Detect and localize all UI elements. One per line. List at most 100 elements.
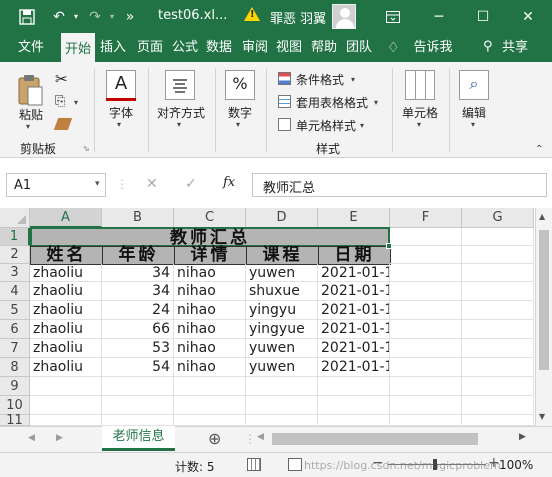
paste-button[interactable]: 粘贴 xyxy=(14,106,48,123)
column-header[interactable]: D xyxy=(246,208,318,228)
cell-style-button[interactable]: 单元格样式 xyxy=(296,117,356,134)
header-cell[interactable]: 课程 xyxy=(246,246,319,265)
column-header[interactable]: A xyxy=(30,208,102,228)
empty-cell[interactable] xyxy=(462,415,534,426)
empty-cell[interactable] xyxy=(462,358,534,377)
empty-cell[interactable] xyxy=(318,415,390,426)
row-header[interactable]: 8 xyxy=(0,358,30,377)
paste-icon[interactable] xyxy=(16,72,46,108)
header-cell[interactable]: 日期 xyxy=(318,246,391,265)
empty-cell[interactable] xyxy=(462,301,534,320)
data-cell[interactable]: yingyue xyxy=(246,320,318,339)
add-sheet-button[interactable]: ⊕ xyxy=(208,429,221,448)
tab-review[interactable]: 审阅 xyxy=(240,33,270,62)
data-cell[interactable]: zhaoliu xyxy=(30,282,102,301)
worksheet-grid[interactable]: ABCDEFG 1 2 3 4 5 6 7 8 9 10 11 教师汇总 姓名 年龄 详情 课程 日期 zhao… xyxy=(0,208,552,427)
header-cell[interactable]: 详情 xyxy=(174,246,247,265)
data-cell[interactable]: 34 xyxy=(102,264,174,282)
data-cell[interactable]: 2021-01-19 xyxy=(318,264,390,282)
data-cell[interactable]: zhaoliu xyxy=(30,339,102,358)
empty-cell[interactable] xyxy=(390,228,462,246)
tab-help[interactable]: 帮助 xyxy=(309,33,339,62)
data-cell[interactable]: 53 xyxy=(102,339,174,358)
conditional-format-button[interactable]: 条件格式 xyxy=(296,71,344,88)
cells-dropdown-icon[interactable]: ▾ xyxy=(417,120,421,129)
ribbon-display-icon[interactable] xyxy=(370,0,416,33)
data-cell[interactable]: zhaoliu xyxy=(30,358,102,377)
normal-view-icon[interactable] xyxy=(247,458,261,471)
tab-home[interactable]: 开始 xyxy=(61,33,95,62)
empty-cell[interactable] xyxy=(462,282,534,301)
tab-page-layout[interactable]: 页面布 xyxy=(132,33,168,62)
tell-me-search[interactable]: 告诉我 xyxy=(410,33,456,62)
empty-cell[interactable] xyxy=(318,396,390,415)
data-cell[interactable]: 34 xyxy=(102,282,174,301)
number-dropdown-icon[interactable]: ▾ xyxy=(236,120,240,129)
font-dropdown-icon[interactable]: ▾ xyxy=(117,120,121,129)
empty-cell[interactable] xyxy=(318,377,390,396)
tab-insert[interactable]: 插入 xyxy=(98,33,128,62)
data-cell[interactable]: nihao xyxy=(174,339,246,358)
cells-button[interactable]: 单元格 xyxy=(398,104,442,121)
select-all-corner[interactable] xyxy=(0,208,30,228)
tab-view[interactable]: 视图 xyxy=(274,33,304,62)
column-header[interactable]: E xyxy=(318,208,390,228)
zoom-in-icon[interactable]: + xyxy=(488,455,500,471)
undo-icon[interactable]: ↶ xyxy=(48,0,70,33)
empty-cell[interactable] xyxy=(390,339,462,358)
table-format-dropdown-icon[interactable]: ▾ xyxy=(374,98,378,107)
column-header[interactable]: C xyxy=(174,208,246,228)
cell-style-dropdown-icon[interactable]: ▾ xyxy=(360,121,364,130)
editing-dropdown-icon[interactable]: ▾ xyxy=(471,120,475,129)
font-button[interactable]: 字体 xyxy=(100,104,142,121)
header-cell[interactable]: 姓名 xyxy=(30,246,103,265)
empty-cell[interactable] xyxy=(174,396,246,415)
undo-dropdown-icon[interactable]: ▾ xyxy=(70,0,82,33)
empty-cell[interactable] xyxy=(462,228,534,246)
empty-cell[interactable] xyxy=(390,396,462,415)
fill-handle[interactable] xyxy=(386,243,392,249)
title-cell[interactable]: 教师汇总 xyxy=(30,227,390,247)
row-header[interactable]: 7 xyxy=(0,339,30,358)
user-name[interactable]: 罪恶 羽翼 xyxy=(270,8,326,27)
data-cell[interactable]: 2021-01-19 xyxy=(318,320,390,339)
empty-cell[interactable] xyxy=(462,396,534,415)
empty-cell[interactable] xyxy=(246,415,318,426)
more-commands-icon[interactable]: » xyxy=(120,0,140,33)
header-cell[interactable]: 年龄 xyxy=(102,246,175,265)
copy-icon[interactable]: ⎘ xyxy=(55,94,65,109)
data-cell[interactable]: nihao xyxy=(174,358,246,377)
redo-dropdown-icon[interactable]: ▾ xyxy=(106,0,118,33)
data-cell[interactable]: nihao xyxy=(174,282,246,301)
data-cell[interactable]: zhaoliu xyxy=(30,264,102,282)
page-layout-view-icon[interactable] xyxy=(288,458,302,471)
empty-cell[interactable] xyxy=(30,415,102,426)
tab-formulas[interactable]: 公式 xyxy=(170,33,200,62)
zoom-out-icon[interactable]: − xyxy=(372,455,384,471)
data-cell[interactable]: yuwen xyxy=(246,339,318,358)
empty-cell[interactable] xyxy=(174,377,246,396)
empty-cell[interactable] xyxy=(390,282,462,301)
column-header[interactable]: F xyxy=(390,208,462,228)
empty-cell[interactable] xyxy=(102,396,174,415)
zoom-slider[interactable] xyxy=(388,464,486,465)
tab-data[interactable]: 数据 xyxy=(204,33,234,62)
empty-cell[interactable] xyxy=(462,264,534,282)
data-cell[interactable]: yuwen xyxy=(246,358,318,377)
close-button[interactable]: ✕ xyxy=(505,0,551,33)
data-cell[interactable]: shuxue xyxy=(246,282,318,301)
row-header[interactable]: 9 xyxy=(0,377,30,396)
copy-dropdown-icon[interactable]: ▾ xyxy=(74,98,78,107)
empty-cell[interactable] xyxy=(174,415,246,426)
maximize-button[interactable]: ☐ xyxy=(460,0,506,33)
cut-icon[interactable]: ✂ xyxy=(55,70,68,88)
collapse-ribbon-icon[interactable]: ⌃ xyxy=(535,144,543,155)
name-box-dropdown-icon[interactable]: ▾ xyxy=(95,179,100,189)
avatar[interactable] xyxy=(332,4,356,29)
sheet-tab-teacher-info[interactable]: 老师信息 xyxy=(102,426,175,451)
data-cell[interactable]: 54 xyxy=(102,358,174,377)
alignment-dropdown-icon[interactable]: ▾ xyxy=(177,120,181,129)
minimize-button[interactable]: ─ xyxy=(416,0,462,33)
vertical-scrollbar[interactable]: ▲ ▼ xyxy=(535,208,552,426)
row-header[interactable]: 6 xyxy=(0,320,30,339)
